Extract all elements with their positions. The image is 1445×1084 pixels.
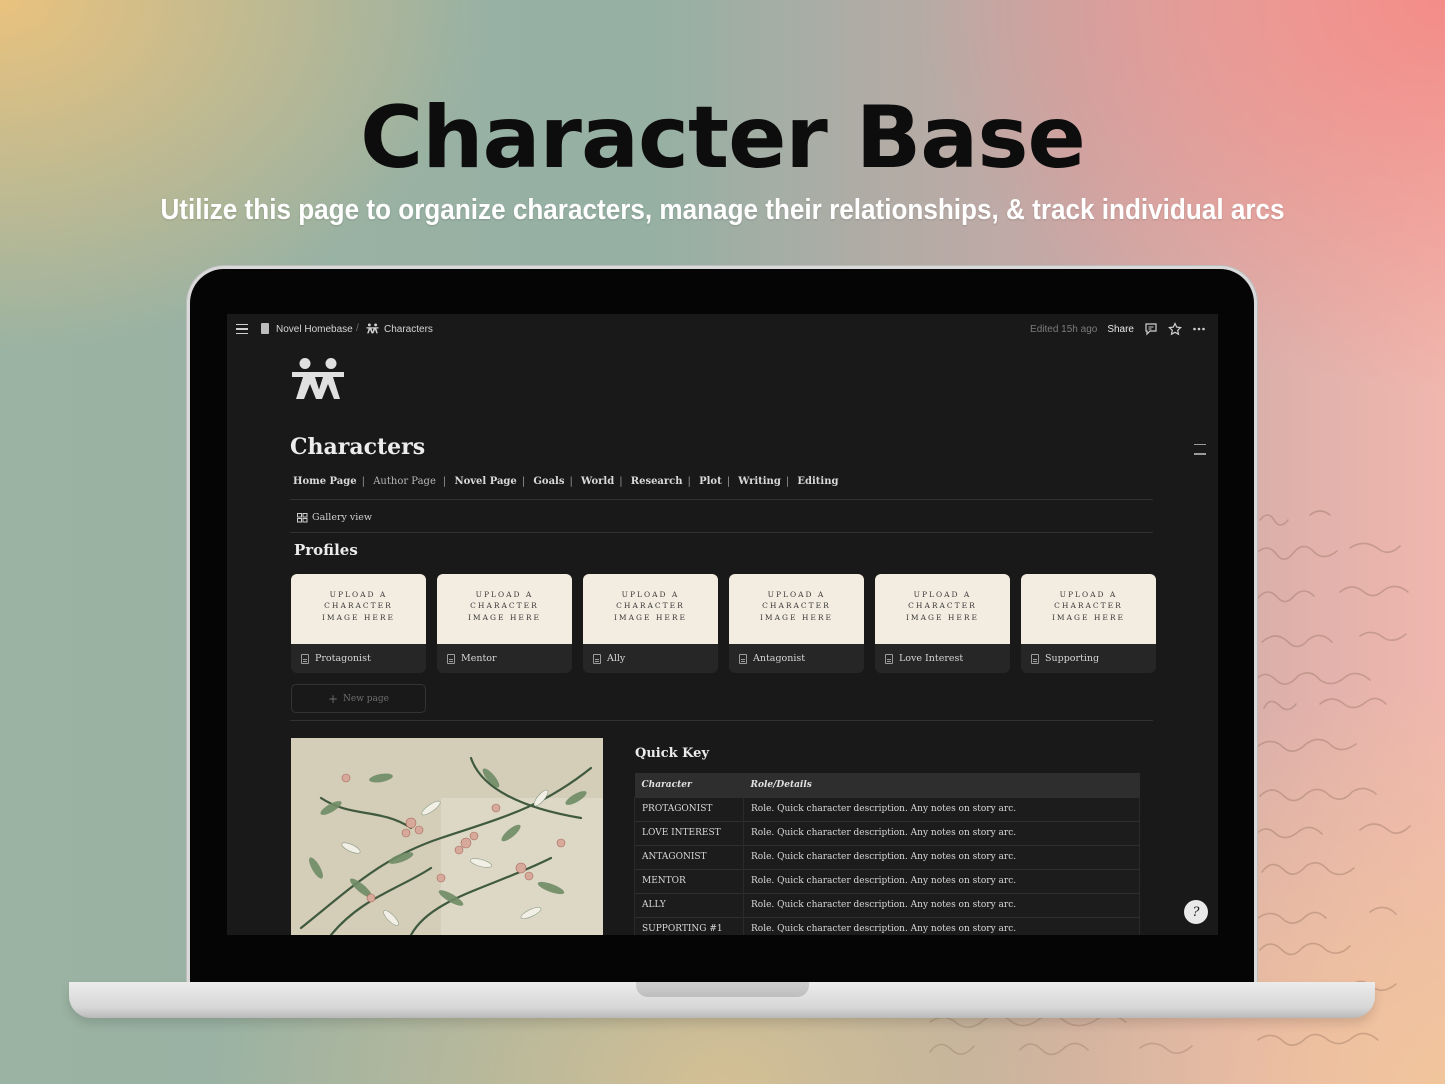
- hero-subtitle: Utilize this page to organize characters…: [160, 194, 1285, 226]
- card-image-placeholder: UPLOAD A CHARACTER IMAGE HERE: [875, 574, 1010, 644]
- quick-key-heading: Quick Key: [635, 746, 710, 761]
- breadcrumb-characters[interactable]: Characters: [384, 324, 433, 335]
- page-icon: [301, 653, 309, 664]
- card-title: Ally: [607, 653, 626, 664]
- nav-link-plot[interactable]: Plot: [699, 476, 722, 487]
- tab-gallery-view-label: Gallery view: [312, 512, 373, 523]
- nav-link-world[interactable]: World: [581, 476, 614, 487]
- laptop-notch: [636, 982, 809, 997]
- cell-character[interactable]: ANTAGONIST: [634, 844, 744, 869]
- card-ally[interactable]: UPLOAD A CHARACTER IMAGE HERE Ally: [583, 574, 718, 673]
- tab-gallery-view[interactable]: Gallery view: [297, 512, 372, 523]
- cell-character[interactable]: LOVE INTEREST: [634, 820, 744, 845]
- divider: [290, 720, 1153, 721]
- breadcrumb-separator: /: [356, 323, 359, 334]
- divider: [290, 499, 1153, 500]
- page-icon: [885, 653, 893, 664]
- page-icon: [739, 653, 747, 664]
- cell-character[interactable]: SUPPORTING #1: [634, 916, 744, 935]
- table-row: ANTAGONIST Role. Quick character descript…: [634, 844, 1140, 869]
- cell-details[interactable]: Role. Quick character description. Any n…: [743, 844, 1140, 869]
- outline-toggle-icon[interactable]: [1194, 444, 1206, 463]
- star-icon[interactable]: [1168, 322, 1182, 336]
- column-header-role-details[interactable]: Role/Details: [743, 773, 1140, 797]
- table-row: SUPPORTING #1 Role. Quick character descr…: [634, 916, 1140, 935]
- cell-details[interactable]: Role. Quick character description. Any n…: [743, 892, 1140, 917]
- help-icon[interactable]: ?: [1184, 900, 1208, 924]
- divider: [290, 532, 1153, 533]
- card-title: Protagonist: [315, 653, 371, 664]
- card-image-placeholder: UPLOAD A CHARACTER IMAGE HERE: [1021, 574, 1156, 644]
- page-icon: [447, 653, 455, 664]
- nav-link-goals[interactable]: Goals: [533, 476, 564, 487]
- hero-title: Character Base: [360, 88, 1086, 188]
- cell-character[interactable]: ALLY: [634, 892, 744, 917]
- quick-key-table: Character Role/Details PROTAGONIST Role. …: [634, 773, 1140, 935]
- card-image-placeholder: UPLOAD A CHARACTER IMAGE HERE: [583, 574, 718, 644]
- characters-icon: [366, 323, 379, 334]
- column-header-character[interactable]: Character: [634, 773, 744, 797]
- page-nav-links: Home Page | Author Page | Novel Page | Goal…: [293, 476, 839, 487]
- page-icon: [1031, 653, 1039, 664]
- characters-page-icon[interactable]: [291, 358, 345, 400]
- table-row: PROTAGONIST Role. Quick character descrip…: [634, 796, 1140, 821]
- nav-link-novel-page[interactable]: Novel Page: [454, 476, 516, 487]
- card-title: Love Interest: [899, 653, 964, 664]
- card-mentor[interactable]: UPLOAD A CHARACTER IMAGE HERE Mentor: [437, 574, 572, 673]
- gallery-icon: [297, 512, 308, 522]
- more-icon[interactable]: [1192, 322, 1206, 336]
- cell-details[interactable]: Role. Quick character description. Any n…: [743, 796, 1140, 821]
- card-title: Mentor: [461, 653, 497, 664]
- comment-icon[interactable]: [1144, 322, 1158, 336]
- nav-link-editing[interactable]: Editing: [797, 476, 838, 487]
- cell-details[interactable]: Role. Quick character description. Any n…: [743, 916, 1140, 935]
- page-icon: [593, 653, 601, 664]
- card-love-interest[interactable]: UPLOAD A CHARACTER IMAGE HERE Love Interes…: [875, 574, 1010, 673]
- card-image-placeholder: UPLOAD A CHARACTER IMAGE HERE: [437, 574, 572, 644]
- nav-link-home-page[interactable]: Home Page: [293, 476, 357, 487]
- nav-link-writing[interactable]: Writing: [738, 476, 781, 487]
- notion-window: Novel Homebase / Characters Edited 15h a…: [227, 314, 1218, 935]
- table-row: LOVE INTEREST Role. Quick character descr…: [634, 820, 1140, 845]
- card-antagonist[interactable]: UPLOAD A CHARACTER IMAGE HERE Antagonist: [729, 574, 864, 673]
- nav-link-author-page[interactable]: Author Page: [373, 476, 436, 487]
- cell-details[interactable]: Role. Quick character description. Any n…: [743, 820, 1140, 845]
- edited-timestamp: Edited 15h ago: [1030, 323, 1098, 335]
- floral-artwork-image: [291, 738, 603, 935]
- profiles-heading: Profiles: [294, 541, 358, 559]
- nav-link-research[interactable]: Research: [631, 476, 683, 487]
- card-supporting[interactable]: UPLOAD A CHARACTER IMAGE HERE Supporting: [1021, 574, 1156, 673]
- card-title: Supporting: [1045, 653, 1100, 664]
- gallery-cards: UPLOAD A CHARACTER IMAGE HERE Protagonist …: [291, 574, 1156, 673]
- new-page-button[interactable]: + New page: [291, 684, 426, 713]
- table-row: MENTOR Role. Quick character description.…: [634, 868, 1140, 893]
- menu-icon[interactable]: [236, 324, 248, 334]
- new-page-label: New page: [343, 693, 390, 704]
- breadcrumb-novel-homebase[interactable]: Novel Homebase: [276, 324, 353, 335]
- card-image-placeholder: UPLOAD A CHARACTER IMAGE HERE: [291, 574, 426, 644]
- card-title: Antagonist: [753, 653, 806, 664]
- cell-details[interactable]: Role. Quick character description. Any n…: [743, 868, 1140, 893]
- page-doc-icon: [261, 323, 269, 334]
- cell-character[interactable]: PROTAGONIST: [634, 796, 744, 821]
- cell-character[interactable]: MENTOR: [634, 868, 744, 893]
- card-protagonist[interactable]: UPLOAD A CHARACTER IMAGE HERE Protagonist: [291, 574, 426, 673]
- card-image-placeholder: UPLOAD A CHARACTER IMAGE HERE: [729, 574, 864, 644]
- page-title: Characters: [290, 434, 426, 460]
- table-row: ALLY Role. Quick character description. A…: [634, 892, 1140, 917]
- plus-icon: +: [327, 691, 339, 706]
- share-button[interactable]: Share: [1107, 324, 1134, 335]
